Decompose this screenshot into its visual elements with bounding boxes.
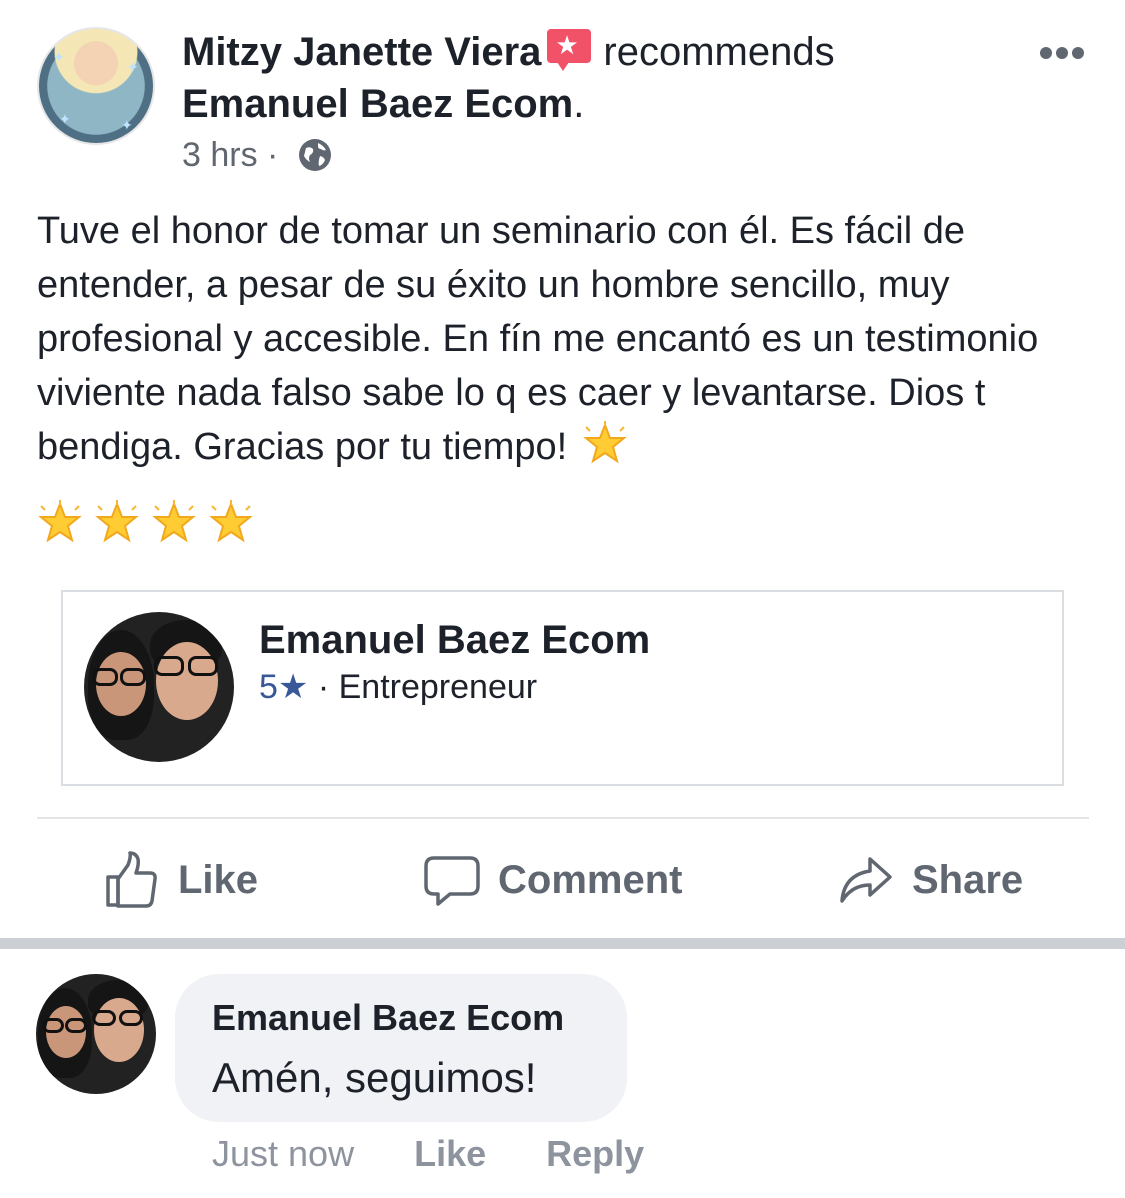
post-text: Tuve el honor de tomar un seminario con … [37, 210, 1039, 468]
comment-button[interactable]: Comment [424, 848, 682, 912]
share-label: Share [912, 857, 1024, 902]
card-page-subtitle: 5★ · Entrepreneur [259, 666, 537, 708]
post-timestamp[interactable]: 3 hrs [182, 136, 258, 174]
comment-like-link[interactable]: Like [414, 1133, 486, 1174]
globe-icon [298, 139, 331, 171]
glowing-star-emoji [152, 500, 196, 543]
more-options-icon[interactable] [1040, 46, 1092, 66]
glowing-star-emoji [582, 421, 627, 464]
like-label: Like [178, 857, 259, 902]
card-separator: · [317, 668, 330, 706]
comment-actions: Just now Like Reply [212, 1130, 694, 1178]
share-button[interactable]: Share [838, 848, 1023, 912]
recommendation-star-icon: ★ [545, 29, 592, 71]
author-avatar[interactable]: ✦ ✦ ✦ ✦ [37, 27, 155, 145]
comment-timestamp[interactable]: Just now [212, 1133, 354, 1174]
thumbs-up-icon [106, 851, 157, 908]
post-header: Mitzy Janette Viera ★ recommends [182, 28, 835, 76]
page-rating: 5★ [259, 668, 309, 706]
card-page-title[interactable]: Emanuel Baez Ecom [259, 616, 650, 664]
star-emoji-row [37, 500, 265, 554]
comment-bubble-icon [424, 856, 480, 906]
post-body: Tuve el honor de tomar un seminario con … [37, 204, 1097, 474]
meta-separator: · [267, 136, 279, 174]
sparkle-decoration: ✦ [127, 59, 139, 75]
page-name-suffix: . [573, 82, 585, 126]
post-header-page: Emanuel Baez Ecom. [182, 80, 584, 128]
sparkle-decoration: ✦ [121, 117, 133, 133]
recommended-page-name[interactable]: Emanuel Baez Ecom [182, 82, 573, 126]
comment-reply-link[interactable]: Reply [546, 1133, 644, 1174]
recommends-label: recommends [603, 30, 835, 74]
sparkle-decoration: ✦ [59, 111, 71, 127]
share-arrow-icon [840, 857, 892, 903]
like-button[interactable]: Like [104, 848, 258, 912]
comment-label: Comment [498, 857, 683, 902]
post-meta: 3 hrs · [182, 134, 332, 176]
comment-text: Amén, seguimos! [212, 1054, 537, 1101]
author-name[interactable]: Mitzy Janette Viera [182, 30, 541, 74]
comment-author[interactable]: Emanuel Baez Ecom [212, 995, 564, 1041]
divider [37, 817, 1089, 819]
sparkle-decoration: ✦ [53, 49, 65, 65]
glowing-star-emoji [38, 500, 82, 543]
section-divider [0, 938, 1125, 949]
page-avatar[interactable] [84, 612, 234, 762]
page-category: Entrepreneur [338, 668, 538, 706]
glowing-star-emoji [209, 500, 253, 543]
glowing-star-emoji [95, 500, 139, 543]
commenter-avatar[interactable] [36, 974, 156, 1094]
